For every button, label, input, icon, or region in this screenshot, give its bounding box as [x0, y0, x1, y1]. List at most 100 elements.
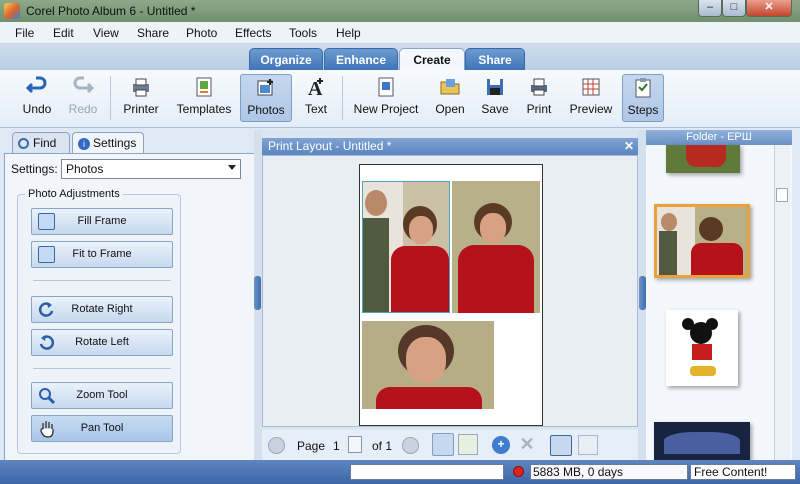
- toolbar: Undo Redo Printer Templates Photos A Tex…: [0, 70, 800, 128]
- tab-organize[interactable]: Organize: [249, 48, 323, 70]
- thumbnail-content: [692, 344, 712, 360]
- steps-clipboard-icon: [635, 78, 651, 98]
- right-splitter[interactable]: [638, 130, 646, 460]
- settings-select[interactable]: Photos: [61, 159, 241, 179]
- menu-photo[interactable]: Photo: [186, 26, 217, 40]
- rotate-right-button[interactable]: Rotate Right: [31, 296, 173, 323]
- fit-to-frame-label: Fit to Frame: [72, 248, 132, 260]
- open-button[interactable]: Open: [430, 74, 470, 122]
- status-bar: 5883 MB, 0 days Free Content!: [0, 460, 800, 484]
- thumbnail-content: [706, 318, 718, 330]
- thumbnail-content: [682, 318, 694, 330]
- multi-page-view-button[interactable]: [458, 434, 478, 455]
- rotate-left-button[interactable]: Rotate Left: [31, 329, 173, 356]
- fit-to-frame-button[interactable]: Fit to Frame: [31, 241, 173, 268]
- layout-photo-3[interactable]: [362, 321, 494, 409]
- menu-share[interactable]: Share: [137, 26, 169, 40]
- app-window: Corel Photo Album 6 - Untitled * – □ ✕ F…: [0, 0, 800, 484]
- templates-button[interactable]: Templates: [172, 74, 236, 122]
- page-total: of 1: [372, 439, 393, 453]
- folder-header: Folder - ЕРШ: [646, 130, 792, 145]
- fill-frame-icon: [38, 213, 55, 230]
- menu-edit[interactable]: Edit: [53, 26, 74, 40]
- print-layout-close-button[interactable]: ✕: [624, 138, 634, 155]
- new-project-button[interactable]: New Project: [350, 74, 422, 122]
- page-number: 1: [333, 439, 340, 453]
- tab-find-label: Find: [33, 136, 57, 150]
- collapse-left-handle[interactable]: [254, 276, 261, 310]
- add-page-icon[interactable]: +: [492, 436, 510, 454]
- menu-effects[interactable]: Effects: [235, 26, 271, 40]
- print-layout-header: Print Layout - Untitled * ✕: [262, 138, 638, 155]
- redo-button[interactable]: Redo: [62, 74, 104, 122]
- main-tab-bar: Organize Enhance Create Share: [0, 44, 800, 70]
- tab-create[interactable]: Create: [399, 48, 465, 70]
- print-layout-canvas[interactable]: [262, 155, 638, 427]
- preview-button[interactable]: Preview: [566, 74, 616, 122]
- fill-frame-label: Fill Frame: [77, 215, 127, 227]
- menu-bar: File Edit View Share Photo Effects Tools…: [0, 22, 800, 44]
- pan-tool-button[interactable]: Pan Tool: [31, 415, 173, 442]
- print-label: Print: [526, 102, 552, 116]
- save-disk-icon: [487, 79, 503, 95]
- thumbnail-content: [664, 432, 740, 454]
- zoom-tool-button[interactable]: Zoom Tool: [31, 382, 173, 409]
- folder-scroll-thumb[interactable]: [776, 188, 788, 202]
- thumbnail-content: [661, 213, 677, 231]
- rotate-right-label: Rotate Right: [71, 303, 133, 315]
- print-page: [359, 164, 543, 426]
- save-button[interactable]: Save: [476, 74, 514, 122]
- new-project-label: New Project: [353, 102, 419, 116]
- zoom-tool-label: Zoom Tool: [76, 389, 128, 401]
- print-layout-panel: Print Layout - Untitled * ✕ Page 1 of 1 …: [262, 130, 638, 460]
- free-content-link[interactable]: Free Content!: [690, 464, 796, 480]
- printer-icon: [133, 78, 149, 97]
- tab-share[interactable]: Share: [465, 48, 525, 70]
- window-title: Corel Photo Album 6 - Untitled *: [26, 4, 196, 18]
- close-button[interactable]: ✕: [746, 0, 792, 17]
- page-label: Page: [297, 439, 326, 453]
- tab-enhance[interactable]: Enhance: [324, 48, 398, 70]
- settings-select-value: Photos: [66, 162, 104, 176]
- collapse-right-handle[interactable]: [639, 276, 646, 310]
- minimize-button[interactable]: –: [698, 0, 722, 17]
- menu-view[interactable]: View: [93, 26, 119, 40]
- previous-page-button[interactable]: [268, 437, 285, 454]
- preview-icon: [582, 78, 600, 96]
- fill-frame-button[interactable]: Fill Frame: [31, 208, 173, 235]
- undo-label: Undo: [22, 102, 52, 116]
- delete-page-icon[interactable]: ✕: [518, 435, 536, 453]
- menu-tools[interactable]: Tools: [289, 26, 317, 40]
- folder-thumbnail-4[interactable]: [654, 422, 750, 460]
- left-splitter[interactable]: [254, 130, 262, 460]
- chevron-down-icon: [228, 165, 236, 170]
- undo-button[interactable]: Undo: [16, 74, 58, 122]
- folder-panel: Folder - ЕРШ: [646, 130, 792, 460]
- layout-photo-2[interactable]: [452, 181, 540, 313]
- photos-button[interactable]: Photos: [240, 74, 292, 122]
- print-button[interactable]: Print: [520, 74, 558, 122]
- menu-file[interactable]: File: [15, 26, 34, 40]
- single-page-view-button[interactable]: [432, 433, 454, 456]
- folder-thumbnail-1[interactable]: [666, 145, 740, 173]
- maximize-button[interactable]: □: [722, 0, 746, 17]
- text-button[interactable]: A Text: [298, 74, 334, 122]
- toolbar-separator: [110, 76, 111, 120]
- steps-button[interactable]: Steps: [622, 74, 664, 122]
- woman-red-top: [391, 246, 449, 312]
- menu-help[interactable]: Help: [336, 26, 361, 40]
- grid-view-button[interactable]: [578, 435, 598, 455]
- fit-page-button[interactable]: [550, 435, 572, 456]
- layout-photo-1[interactable]: [362, 181, 450, 313]
- templates-label: Templates: [176, 102, 232, 116]
- disk-space-status: 5883 MB, 0 days: [530, 464, 688, 480]
- next-page-button[interactable]: [402, 437, 419, 454]
- pan-hand-icon: [40, 421, 54, 438]
- tab-settings[interactable]: i Settings: [72, 132, 144, 154]
- folder-thumbnail-2-selected[interactable]: [654, 204, 750, 278]
- fit-to-frame-icon: [38, 246, 55, 263]
- folder-thumbnail-3[interactable]: [666, 310, 738, 386]
- tab-find[interactable]: Find: [12, 132, 70, 154]
- printer-button[interactable]: Printer: [118, 74, 164, 122]
- page-spinner[interactable]: [348, 436, 362, 453]
